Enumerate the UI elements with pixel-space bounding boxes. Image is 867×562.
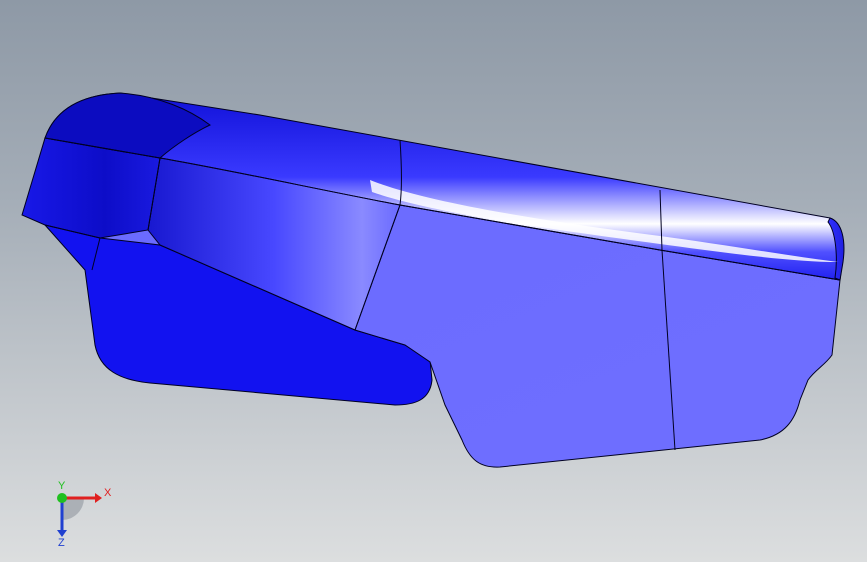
z-axis-label: Z	[58, 537, 65, 548]
graphics-viewport[interactable]: X Y Z	[0, 0, 867, 562]
x-axis-head	[95, 493, 102, 503]
z-axis-head	[57, 530, 67, 537]
y-axis-dot	[57, 493, 67, 503]
coordinate-triad: X Y Z	[57, 480, 112, 548]
3d-part-model[interactable]	[0, 0, 867, 562]
y-axis-label: Y	[58, 480, 66, 492]
x-axis-label: X	[104, 487, 112, 499]
